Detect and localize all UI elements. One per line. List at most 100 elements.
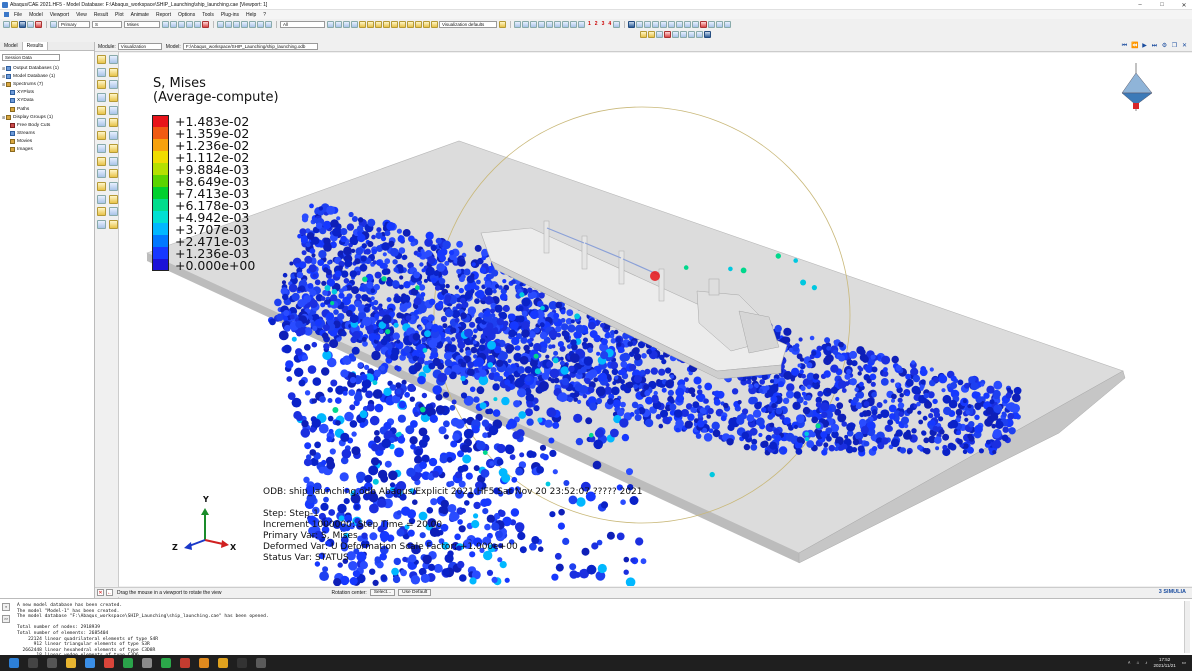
search-icon[interactable] <box>28 658 38 668</box>
contour-options-icon[interactable] <box>97 105 106 115</box>
print-icon[interactable] <box>27 20 34 28</box>
menu-model[interactable]: Model <box>29 12 43 18</box>
render-no-edges-icon[interactable] <box>692 20 700 28</box>
view-left-icon[interactable] <box>241 20 248 28</box>
view-top-icon[interactable] <box>257 20 264 28</box>
menu-result[interactable]: Result <box>94 12 108 18</box>
plot-material-icon[interactable] <box>97 80 106 90</box>
open-folder-icon[interactable] <box>11 20 18 28</box>
last-frame-icon[interactable]: ⏭ <box>1151 43 1158 50</box>
arrow-icon[interactable] <box>716 20 724 28</box>
plot-deformed-icon[interactable] <box>109 55 118 64</box>
plot-overlay-icon[interactable] <box>109 80 118 90</box>
menu-report[interactable]: Report <box>156 12 171 18</box>
display-group-undo-icon[interactable] <box>431 20 438 28</box>
display-group-copy-icon[interactable] <box>375 20 382 28</box>
info-icon[interactable] <box>628 20 636 28</box>
maximize-button[interactable]: □ <box>1158 2 1166 8</box>
probe-values-icon[interactable] <box>664 31 671 38</box>
tools-misc-icon[interactable] <box>109 219 118 229</box>
section-icon[interactable] <box>522 20 529 28</box>
animate-scale-icon[interactable] <box>109 181 118 191</box>
display-group-select[interactable]: All <box>280 20 325 28</box>
minimize-button[interactable]: – <box>1136 2 1144 8</box>
save-icon[interactable] <box>19 20 26 28</box>
probe-icon[interactable] <box>109 207 118 217</box>
start-icon[interactable] <box>9 658 19 668</box>
new-icon[interactable] <box>3 20 10 28</box>
render-style-icon[interactable] <box>640 31 647 38</box>
display-group-icon[interactable] <box>359 20 366 28</box>
plot-contour-icon[interactable] <box>97 67 106 77</box>
display-group-manager-icon[interactable] <box>367 20 374 28</box>
display-group-options-icon[interactable] <box>407 20 414 28</box>
viewport-1-button[interactable]: 1 <box>588 21 591 27</box>
edge-icon[interactable] <box>85 658 95 668</box>
tree-item[interactable]: ⊞ Model Database (1) <box>2 72 94 80</box>
tree-item[interactable]: Paths <box>2 105 94 113</box>
tab-model[interactable]: Model <box>0 42 23 50</box>
python-console-icon[interactable]: >> <box>2 615 10 623</box>
annotation-icon[interactable] <box>700 20 708 28</box>
report-field-icon[interactable] <box>97 219 106 229</box>
camera-icon[interactable] <box>688 31 695 38</box>
tools-icon[interactable] <box>613 20 621 28</box>
record-icon[interactable] <box>35 20 42 28</box>
display-group-delete-icon[interactable] <box>383 20 390 28</box>
plot-symbol-icon[interactable] <box>109 67 118 77</box>
result-options-icon[interactable] <box>109 118 118 128</box>
superimpose-icon[interactable] <box>109 93 118 103</box>
primary-select[interactable]: Primary <box>58 20 90 28</box>
common-options-icon[interactable] <box>97 93 106 103</box>
tree-item[interactable]: XYPlots <box>2 89 94 97</box>
tree-item[interactable]: ⊞ Display Groups (1) <box>2 113 94 121</box>
view-front-icon[interactable] <box>217 20 224 28</box>
symbol-options-icon[interactable] <box>109 105 118 115</box>
viewport-2-button[interactable]: 2 <box>595 21 598 27</box>
render-free-icon[interactable] <box>684 20 692 28</box>
copy-viewport-icon[interactable]: ❐ <box>1171 43 1178 50</box>
field-output-icon[interactable] <box>109 131 118 141</box>
extrude-icon[interactable] <box>570 20 577 28</box>
render-edges-icon[interactable] <box>668 20 676 28</box>
mirror-icon[interactable] <box>554 20 561 28</box>
clock[interactable]: 17:52 2021/11/21 <box>1154 657 1176 669</box>
free-body-icon[interactable] <box>109 169 118 179</box>
animate-time-icon[interactable] <box>109 194 118 204</box>
step-frame-icon[interactable] <box>97 143 106 153</box>
light-icon[interactable] <box>672 31 679 38</box>
variable-select[interactable]: Mises <box>124 20 160 28</box>
display-group-load-icon[interactable] <box>399 20 406 28</box>
transparency-icon[interactable] <box>656 31 663 38</box>
select-rotation-center-button[interactable]: Select... <box>369 589 396 596</box>
create-path-icon[interactable] <box>97 156 106 166</box>
sweep-icon[interactable] <box>562 20 569 28</box>
abaqus-active-icon[interactable] <box>256 658 266 668</box>
display-group-save-icon[interactable] <box>391 20 398 28</box>
menu-animate[interactable]: Animate <box>131 12 149 18</box>
menu-viewport[interactable]: Viewport <box>50 12 69 18</box>
display-group-icon[interactable] <box>97 169 106 179</box>
ply-stack-icon[interactable] <box>97 118 106 128</box>
rotate-icon[interactable] <box>162 20 169 28</box>
app-yellow-icon[interactable] <box>218 658 228 668</box>
viewport-layout-icon[interactable] <box>704 31 711 38</box>
active-steps-icon[interactable] <box>109 143 118 153</box>
module-select[interactable]: Visualization <box>117 43 162 50</box>
zoom-icon[interactable] <box>178 20 185 28</box>
render-feature-icon[interactable] <box>676 20 684 28</box>
render-wireframe-icon[interactable] <box>644 20 652 28</box>
play-icon[interactable]: ▶ <box>1141 43 1148 50</box>
app-green-icon[interactable] <box>161 658 171 668</box>
menu-whats-this[interactable]: ? <box>263 12 266 18</box>
cycle-icon[interactable] <box>202 20 209 28</box>
app-orange-icon[interactable] <box>199 658 209 668</box>
query-icon[interactable] <box>514 20 521 28</box>
viewport-menu-icon[interactable] <box>4 12 9 17</box>
fit-view-icon[interactable] <box>194 20 201 28</box>
visualization-defaults-select[interactable]: Visualization defaults <box>439 20 497 28</box>
tree-item[interactable]: Images <box>2 146 94 154</box>
menu-file[interactable]: File <box>14 12 22 18</box>
chrome-icon[interactable] <box>104 658 114 668</box>
cancel-procedure-button[interactable]: ✕ <box>97 589 104 596</box>
